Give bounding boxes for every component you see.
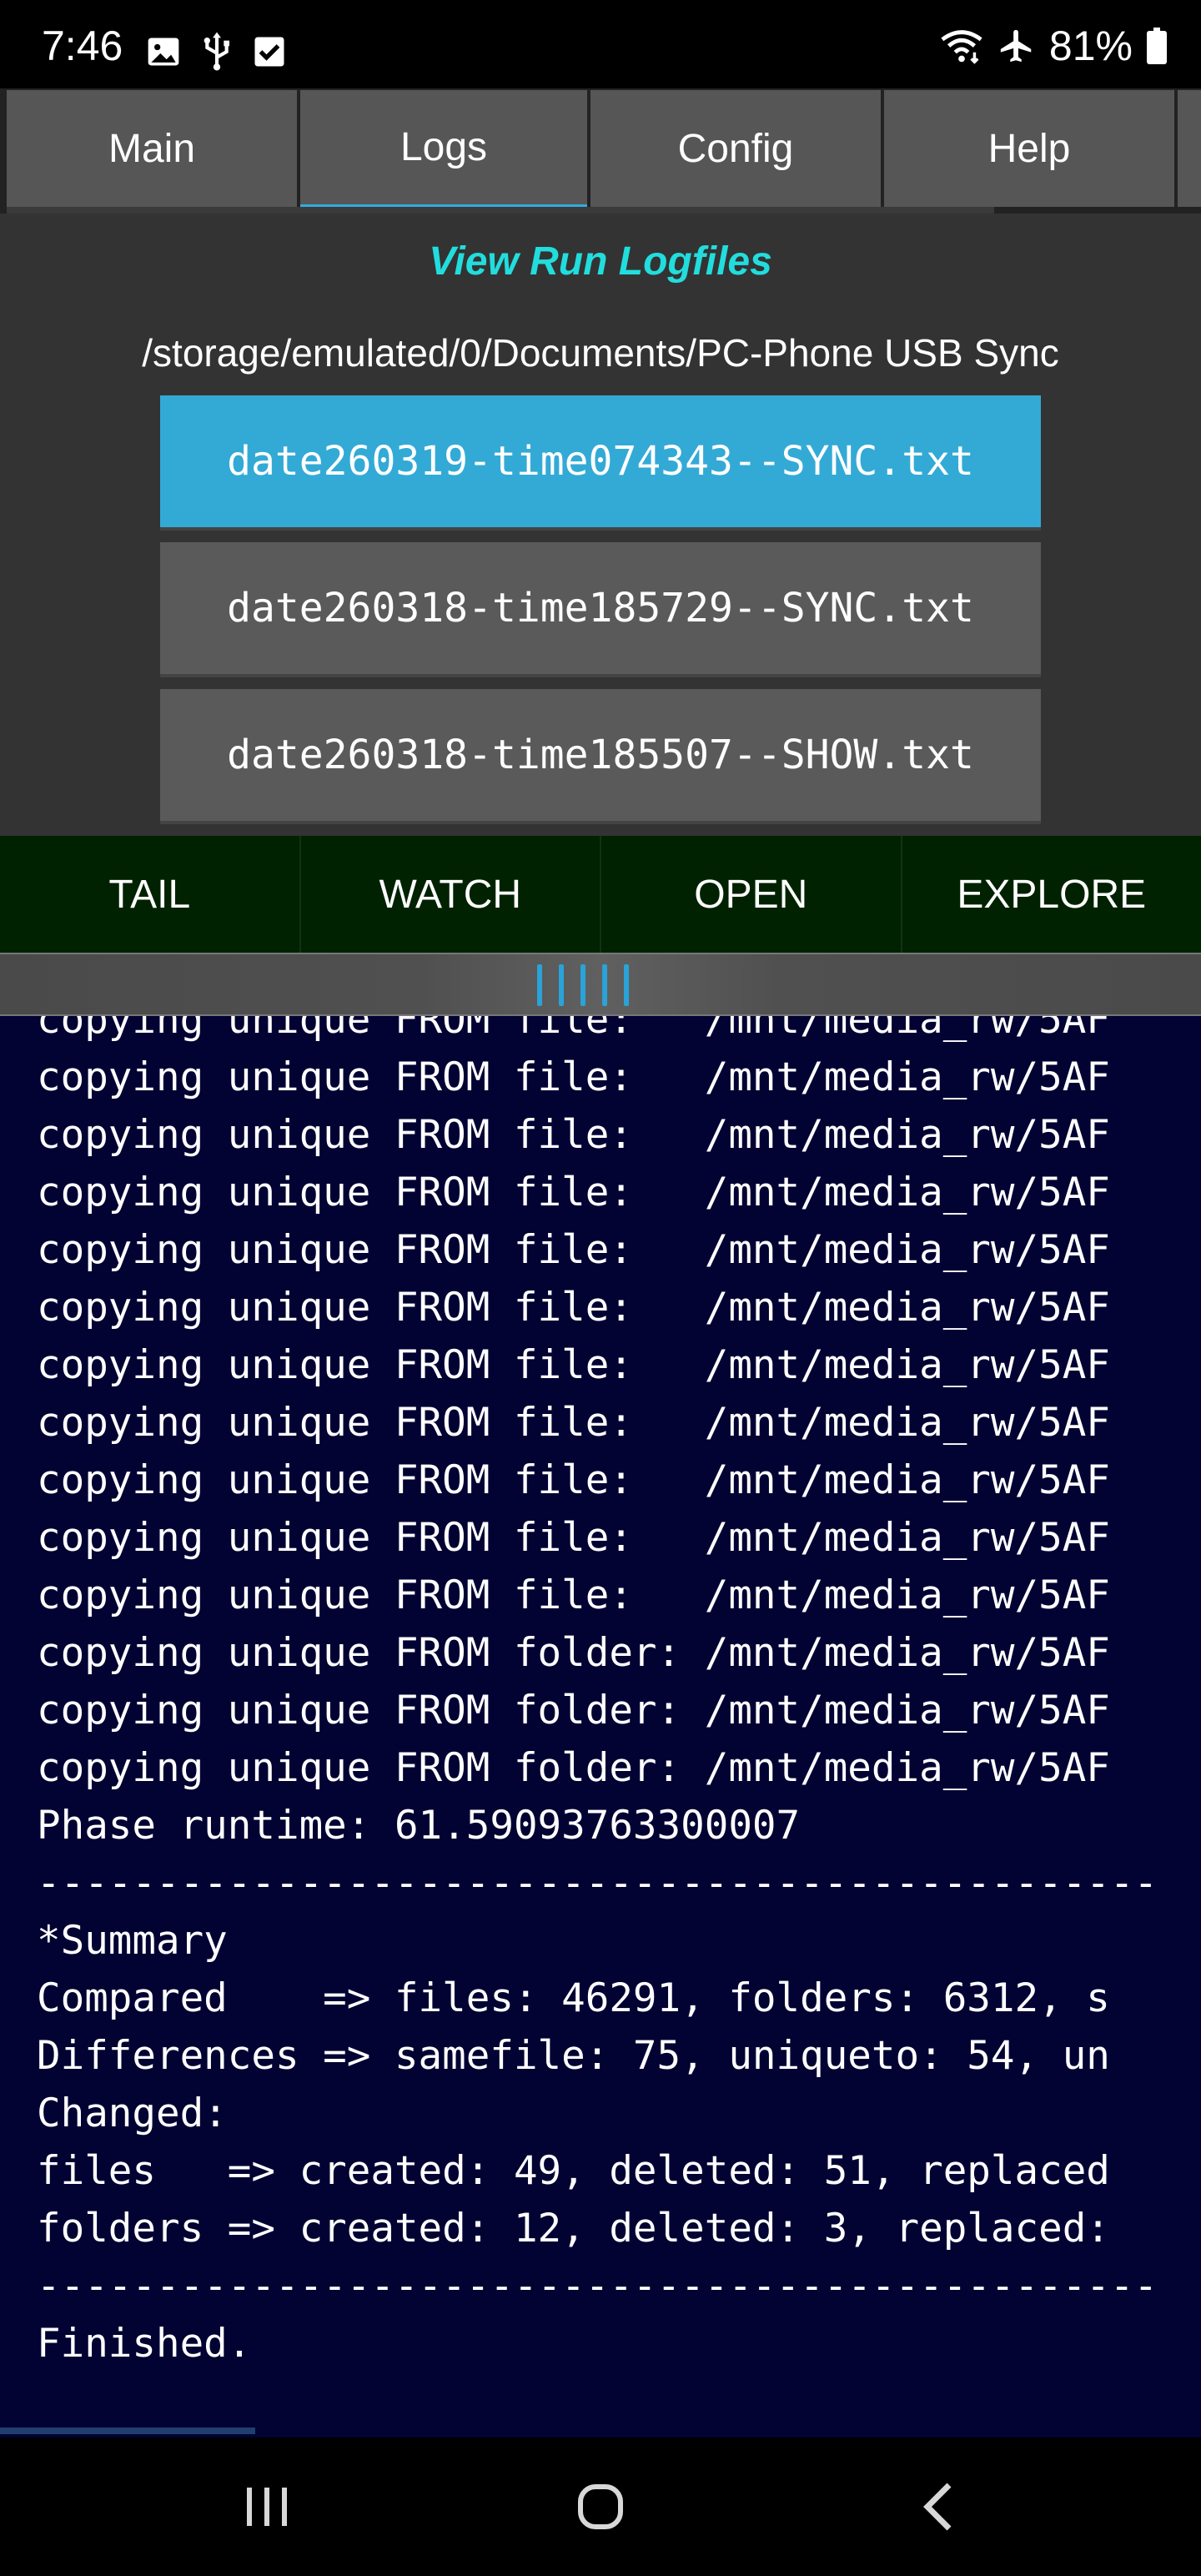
home-button[interactable] xyxy=(517,2438,684,2576)
wifi-icon xyxy=(941,30,982,64)
log-line: copying unique FROM file: /mnt/media_rw/… xyxy=(37,1400,1110,1446)
logfile-name: date260318-time185507--SHOW.txt xyxy=(227,732,974,778)
log-line: copying unique FROM file: /mnt/media_rw/… xyxy=(37,1016,1110,1043)
horizontal-scrollbar[interactable] xyxy=(0,2428,255,2434)
recents-icon xyxy=(247,2488,287,2526)
back-button[interactable] xyxy=(854,2438,1021,2576)
checkbox-icon xyxy=(254,37,284,67)
tab-bar: Main Logs Config Help xyxy=(0,88,1201,214)
open-button[interactable]: OPEN xyxy=(601,836,902,953)
logfile-item[interactable]: date260318-time185729--SYNC.txt xyxy=(160,542,1041,677)
log-lines: copying unique FROM file: /mnt/media_rw/… xyxy=(37,1016,1158,2372)
log-line: copying unique FROM file: /mnt/media_rw/… xyxy=(37,1342,1110,1388)
watch-button[interactable]: WATCH xyxy=(301,836,601,953)
status-time: 7:46 xyxy=(42,23,123,69)
tab-label: Config xyxy=(677,126,794,171)
battery-percent: 81% xyxy=(1048,23,1133,69)
log-line: copying unique FROM file: /mnt/media_rw/… xyxy=(37,1227,1110,1273)
tab-overflow[interactable] xyxy=(1178,90,1201,207)
log-line: copying unique FROM file: /mnt/media_rw/… xyxy=(37,1457,1110,1503)
battery-icon xyxy=(1147,28,1167,64)
resize-splitter[interactable] xyxy=(0,953,1201,1016)
tab-logs[interactable]: Logs xyxy=(300,90,587,207)
notification-icons xyxy=(145,32,287,72)
tab-label: Main xyxy=(108,126,196,171)
log-line: copying unique FROM file: /mnt/media_rw/… xyxy=(37,1572,1110,1618)
tab-label: Help xyxy=(987,126,1071,171)
logfile-item[interactable]: date260319-time074343--SYNC.txt xyxy=(160,395,1041,531)
log-line: folders => created: 12, deleted: 3, repl… xyxy=(37,2206,1110,2251)
action-bar: TAIL WATCH OPEN EXPLORE xyxy=(0,836,1201,953)
log-line: Compared => files: 46291, folders: 6312,… xyxy=(37,1975,1110,2021)
log-line: copying unique FROM file: /mnt/media_rw/… xyxy=(37,1515,1110,1561)
airplane-icon xyxy=(1000,29,1032,63)
tab-main[interactable]: Main xyxy=(7,90,297,207)
log-line: copying unique FROM folder: /mnt/media_r… xyxy=(37,1745,1110,1791)
log-line: Phase runtime: 61.59093763300007 xyxy=(37,1803,801,1849)
status-bar: 7:46 81% xyxy=(0,0,1201,88)
log-line: ----------------------------------------… xyxy=(37,2263,1158,2309)
page-title: View Run Logfiles xyxy=(429,239,772,284)
log-line: files => created: 49, deleted: 51, repla… xyxy=(37,2148,1110,2194)
tab-scroll-indicator xyxy=(7,207,994,214)
drag-handle-icon xyxy=(537,964,629,1006)
navigation-bar xyxy=(0,2438,1201,2576)
explore-button[interactable]: EXPLORE xyxy=(902,836,1201,953)
back-icon xyxy=(923,2483,952,2531)
log-line: *Summary xyxy=(37,1918,228,1964)
tail-button[interactable]: TAIL xyxy=(0,836,301,953)
logfile-name: date260319-time074343--SYNC.txt xyxy=(227,438,974,485)
recents-button[interactable] xyxy=(183,2438,350,2576)
logfile-item[interactable]: date260318-time185507--SHOW.txt xyxy=(160,689,1041,824)
log-line: copying unique FROM folder: /mnt/media_r… xyxy=(37,1630,1110,1676)
log-line: copying unique FROM file: /mnt/media_rw/… xyxy=(37,1285,1110,1331)
logfile-name: date260318-time185729--SYNC.txt xyxy=(227,585,974,631)
log-folder-path: /storage/emulated/0/Documents/PC-Phone U… xyxy=(142,331,1059,375)
log-line: Changed: xyxy=(37,2090,228,2136)
tab-label: Logs xyxy=(399,125,488,169)
log-line: copying unique FROM file: /mnt/media_rw/… xyxy=(37,1054,1110,1100)
log-line: ----------------------------------------… xyxy=(37,1860,1158,1906)
image-icon xyxy=(148,38,179,66)
usb-icon xyxy=(204,32,229,71)
log-line: copying unique FROM folder: /mnt/media_r… xyxy=(37,1688,1110,1733)
tab-help[interactable]: Help xyxy=(884,90,1174,207)
system-icons: 81% xyxy=(939,22,1168,70)
log-line: copying unique FROM file: /mnt/media_rw/… xyxy=(37,1112,1110,1158)
tab-config[interactable]: Config xyxy=(590,90,881,207)
log-line: Differences => samefile: 75, uniqueto: 5… xyxy=(37,2033,1110,2079)
log-line: copying unique FROM file: /mnt/media_rw/… xyxy=(37,1170,1110,1215)
logs-panel: View Run Logfiles /storage/emulated/0/Do… xyxy=(0,214,1201,836)
home-icon xyxy=(578,2484,623,2529)
log-line: Finished. xyxy=(37,2321,252,2367)
log-output[interactable]: copying unique FROM file: /mnt/media_rw/… xyxy=(0,1016,1201,2438)
